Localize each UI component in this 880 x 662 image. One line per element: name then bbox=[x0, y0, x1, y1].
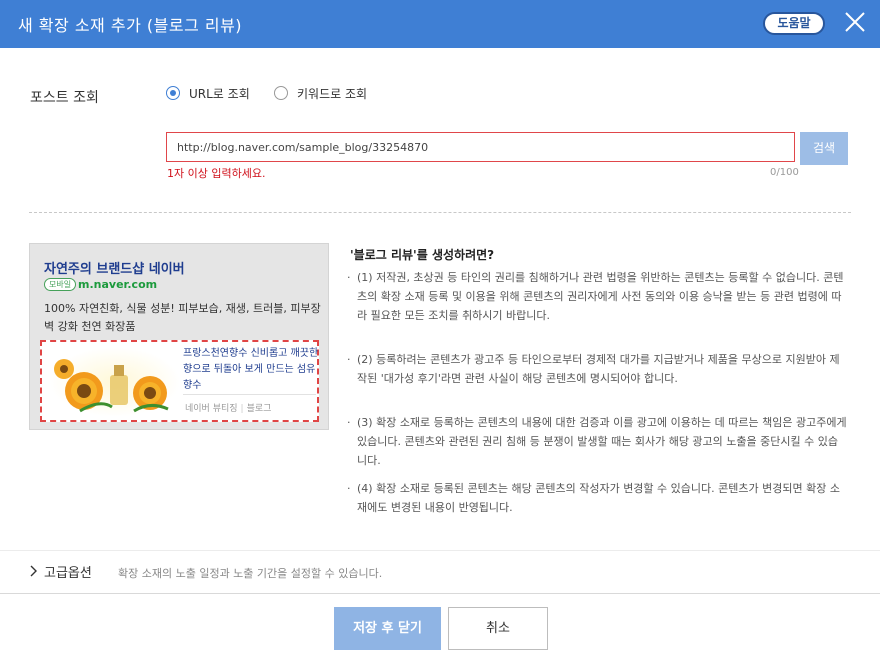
footer-divider bbox=[0, 593, 880, 594]
preview-url: m.naver.com bbox=[78, 278, 158, 291]
review-divider bbox=[183, 394, 316, 395]
info-item-text: (4) 확장 소재로 등록된 콘텐츠는 해당 콘텐츠의 작성자가 변경할 수 있… bbox=[357, 482, 840, 514]
error-message: 1자 이상 입력하세요. bbox=[167, 167, 266, 180]
info-item: · (2) 등록하려는 콘텐츠가 광고주 등 타인으로부터 경제적 대가를 지급… bbox=[347, 350, 847, 388]
review-source: 네이버 뷰티징 bbox=[185, 404, 238, 414]
mobile-badge: 모바일 bbox=[44, 278, 77, 291]
bullet-icon: · bbox=[347, 482, 351, 495]
save-and-close-button[interactable]: 저장 후 닫기 bbox=[334, 607, 441, 650]
info-title: '블로그 리뷰'를 생성하려면? bbox=[350, 248, 495, 262]
info-item: · (1) 저작권, 초상권 등 타인의 권리를 침해하거나 관련 법령을 위반… bbox=[347, 268, 847, 325]
post-lookup-label: 포스트 조회 bbox=[30, 90, 99, 106]
search-button[interactable]: 검색 bbox=[800, 132, 848, 165]
char-count: 0/100 bbox=[770, 167, 799, 178]
bullet-icon: · bbox=[347, 271, 351, 284]
close-icon[interactable] bbox=[843, 10, 867, 34]
review-type: 블로그 bbox=[246, 404, 272, 414]
info-item-text: (3) 확장 소재로 등록하는 콘텐츠의 내용에 대한 검증과 이를 광고에 이… bbox=[357, 416, 847, 467]
advanced-options-description: 확장 소재의 노출 일정과 노출 기간을 설정할 수 있습니다. bbox=[118, 567, 383, 580]
review-text: 프랑스천연향수 신비롭고 깨끗한 향으로 뒤돌아 보게 만드는 섬유 향수 bbox=[183, 348, 319, 391]
radio-url-checked-icon[interactable] bbox=[166, 86, 180, 100]
url-input[interactable] bbox=[166, 132, 795, 162]
radio-keyword-unchecked-icon[interactable] bbox=[274, 86, 288, 100]
ad-preview: 자연주의 브랜드샵 네이버 모바일 m.naver.com 100% 자연친화,… bbox=[29, 243, 329, 430]
advanced-options-toggle[interactable]: 고급옵션 bbox=[28, 561, 104, 581]
advanced-options-label[interactable]: 고급옵션 bbox=[44, 562, 92, 581]
dialog-title: 새 확장 소재 추가 (블로그 리뷰) bbox=[18, 16, 243, 35]
radio-url-lookup[interactable]: URL로 조회 bbox=[166, 84, 250, 102]
info-item: · (3) 확장 소재로 등록하는 콘텐츠의 내용에 대한 검증과 이를 광고에… bbox=[347, 413, 847, 470]
help-button[interactable]: 도움말 bbox=[763, 12, 825, 35]
dialog-header: 새 확장 소재 추가 (블로그 리뷰) 도움말 bbox=[0, 0, 880, 48]
advanced-divider bbox=[0, 550, 880, 551]
flower-image bbox=[50, 347, 180, 417]
info-item-text: (2) 등록하려는 콘텐츠가 광고주 등 타인으로부터 경제적 대가를 지급받거… bbox=[357, 353, 840, 385]
cancel-button[interactable]: 취소 bbox=[448, 607, 548, 650]
radio-keyword-lookup[interactable]: 키워드로 조회 bbox=[274, 84, 367, 102]
meta-separator: | bbox=[240, 404, 244, 414]
section-divider bbox=[29, 212, 851, 213]
radio-keyword-label: 키워드로 조회 bbox=[297, 86, 368, 101]
review-meta: 네이버 뷰티징 | 블로그 bbox=[185, 401, 271, 414]
radio-url-label: URL로 조회 bbox=[189, 86, 250, 101]
preview-title: 자연주의 브랜드샵 네이버 bbox=[44, 262, 185, 277]
chevron-right-icon[interactable] bbox=[28, 565, 38, 577]
blog-review-box: 프랑스천연향수 신비롭고 깨끗한 향으로 뒤돌아 보게 만드는 섬유 향수 네이… bbox=[40, 340, 319, 422]
bullet-icon: · bbox=[347, 353, 351, 366]
preview-description: 100% 자연친화, 식물 성분! 피부보습, 재생, 트러블, 피부장벽 강화… bbox=[44, 302, 321, 333]
info-item: · (4) 확장 소재로 등록된 콘텐츠는 해당 콘텐츠의 작성자가 변경할 수… bbox=[347, 479, 847, 517]
info-item-text: (1) 저작권, 초상권 등 타인의 권리를 침해하거나 관련 법령을 위반하는… bbox=[357, 271, 844, 322]
bullet-icon: · bbox=[347, 416, 351, 429]
